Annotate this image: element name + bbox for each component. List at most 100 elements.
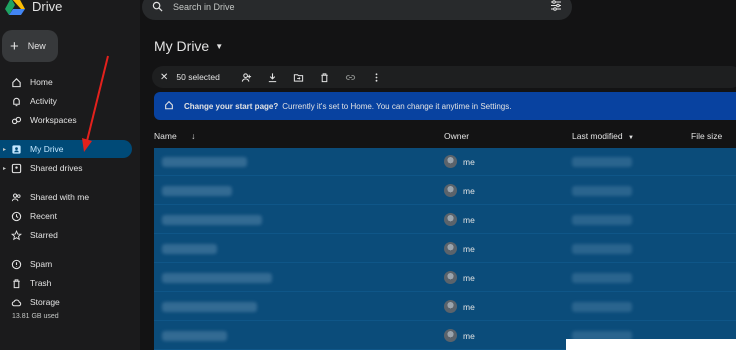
clock-icon [10,210,22,222]
trash-icon [10,277,22,289]
sort-arrow-down-icon[interactable]: ↓ [191,131,195,141]
sidebar-item-spam[interactable]: Spam [0,255,132,273]
avatar [444,242,457,255]
banner-title: Change your start page? [184,101,279,111]
storage-used-text: 13.81 GB used [12,313,59,320]
spam-icon [10,258,22,270]
file-name-blurred [162,244,217,254]
page-title-dropdown[interactable]: My Drive ▼ [154,38,223,54]
owner-text: me [463,244,475,254]
search-input[interactable]: Search in Drive [173,2,235,12]
owner-text: me [463,186,475,196]
date-blurred [572,244,632,254]
sidebar-item-trash[interactable]: Trash [0,274,132,292]
download-icon[interactable] [260,72,286,83]
avatar [444,184,457,197]
sidebar-item-my-drive[interactable]: ▸ My Drive [0,140,132,158]
more-options-icon[interactable] [364,72,390,83]
sidebar-item-label: Home [30,77,53,87]
sidebar-item-storage[interactable]: Storage [0,293,132,311]
table-row[interactable]: me [154,235,736,263]
sidebar-item-activity[interactable]: Activity [0,92,132,110]
selection-count: 50 selected [176,72,220,82]
table-row[interactable]: me [154,177,736,205]
file-name-blurred [162,186,232,196]
cloud-icon [10,296,22,308]
share-icon[interactable] [234,72,260,83]
avatar [444,329,457,342]
chevron-down-icon: ▼ [215,41,224,51]
people-icon [10,191,22,203]
search-icon[interactable] [152,1,163,14]
table-row[interactable]: me [154,206,736,234]
table-row[interactable]: me [154,148,736,176]
file-name-blurred [162,273,272,283]
home-icon [10,76,22,88]
sidebar-item-starred[interactable]: Starred [0,226,132,244]
date-blurred [572,215,632,225]
selection-toolbar: ✕ 50 selected [152,66,736,88]
chevron-down-icon: ▼ [627,135,634,141]
app-name: Drive [32,0,63,14]
column-header-label: File size [691,131,723,141]
owner-text: me [463,331,475,341]
search-options-icon[interactable] [550,0,562,13]
column-header-name[interactable]: Name ↓ [154,131,195,141]
sidebar-item-label: Recent [30,211,57,221]
sidebar-item-workspaces[interactable]: Workspaces [0,111,132,129]
sidebar-item-label: Starred [30,230,58,240]
expand-caret-icon[interactable]: ▸ [3,165,6,172]
file-list: me me me me me me me [154,148,736,350]
file-name-blurred [162,302,257,312]
clear-selection-icon[interactable]: ✕ [160,72,168,83]
file-name-blurred [162,157,247,167]
link-icon[interactable] [338,72,364,83]
owner-text: me [463,273,475,283]
column-header-owner[interactable]: Owner [444,131,469,141]
shared-drives-icon [10,162,22,174]
column-header-file-size[interactable]: File size [691,131,722,141]
date-blurred [572,273,632,283]
file-name-blurred [162,215,262,225]
delete-icon[interactable] [312,72,338,83]
expand-caret-icon[interactable]: ▸ [3,146,6,153]
table-row[interactable]: me [154,264,736,292]
workspaces-icon [10,114,22,126]
sidebar-item-shared-with-me[interactable]: Shared with me [0,188,132,206]
owner-text: me [463,157,475,167]
bottom-strip [566,339,736,350]
search-bar[interactable]: Search in Drive [142,0,572,20]
sidebar-item-recent[interactable]: Recent [0,207,132,225]
sidebar-item-shared-drives[interactable]: ▸ Shared drives [0,159,132,177]
new-button[interactable]: + New [2,30,58,62]
sidebar-item-label: Storage [30,297,60,307]
sidebar-item-label: Spam [30,259,53,269]
move-icon[interactable] [286,72,312,83]
sidebar-item-label: Workspaces [30,115,77,125]
date-blurred [572,302,632,312]
drive-logo[interactable]: Drive [4,0,62,16]
owner-text: me [463,215,475,225]
avatar [444,213,457,226]
avatar [444,155,457,168]
sidebar-item-label: My Drive [30,144,64,154]
avatar [444,271,457,284]
page-title: My Drive [154,38,210,54]
banner-text: Currently it's set to Home. You can chan… [282,101,512,111]
sidebar-item-label: Trash [30,278,52,288]
start-page-banner: Change your start page? Currently it's s… [154,92,736,120]
table-row[interactable]: me [154,293,736,321]
bell-icon [10,95,22,107]
drive-logo-icon [5,0,25,15]
plus-icon: + [10,37,19,55]
new-button-label: New [27,41,46,51]
my-drive-icon [10,143,22,155]
file-name-blurred [162,331,227,341]
sidebar-item-label: Shared with me [30,192,90,202]
sidebar: Drive + New Home Activity Workspaces ▸ M… [0,0,140,350]
sidebar-item-home[interactable]: Home [0,73,132,91]
avatar [444,300,457,313]
column-header-last-modified[interactable]: Last modified ▼ [572,131,634,141]
date-blurred [572,157,632,167]
owner-text: me [463,302,475,312]
